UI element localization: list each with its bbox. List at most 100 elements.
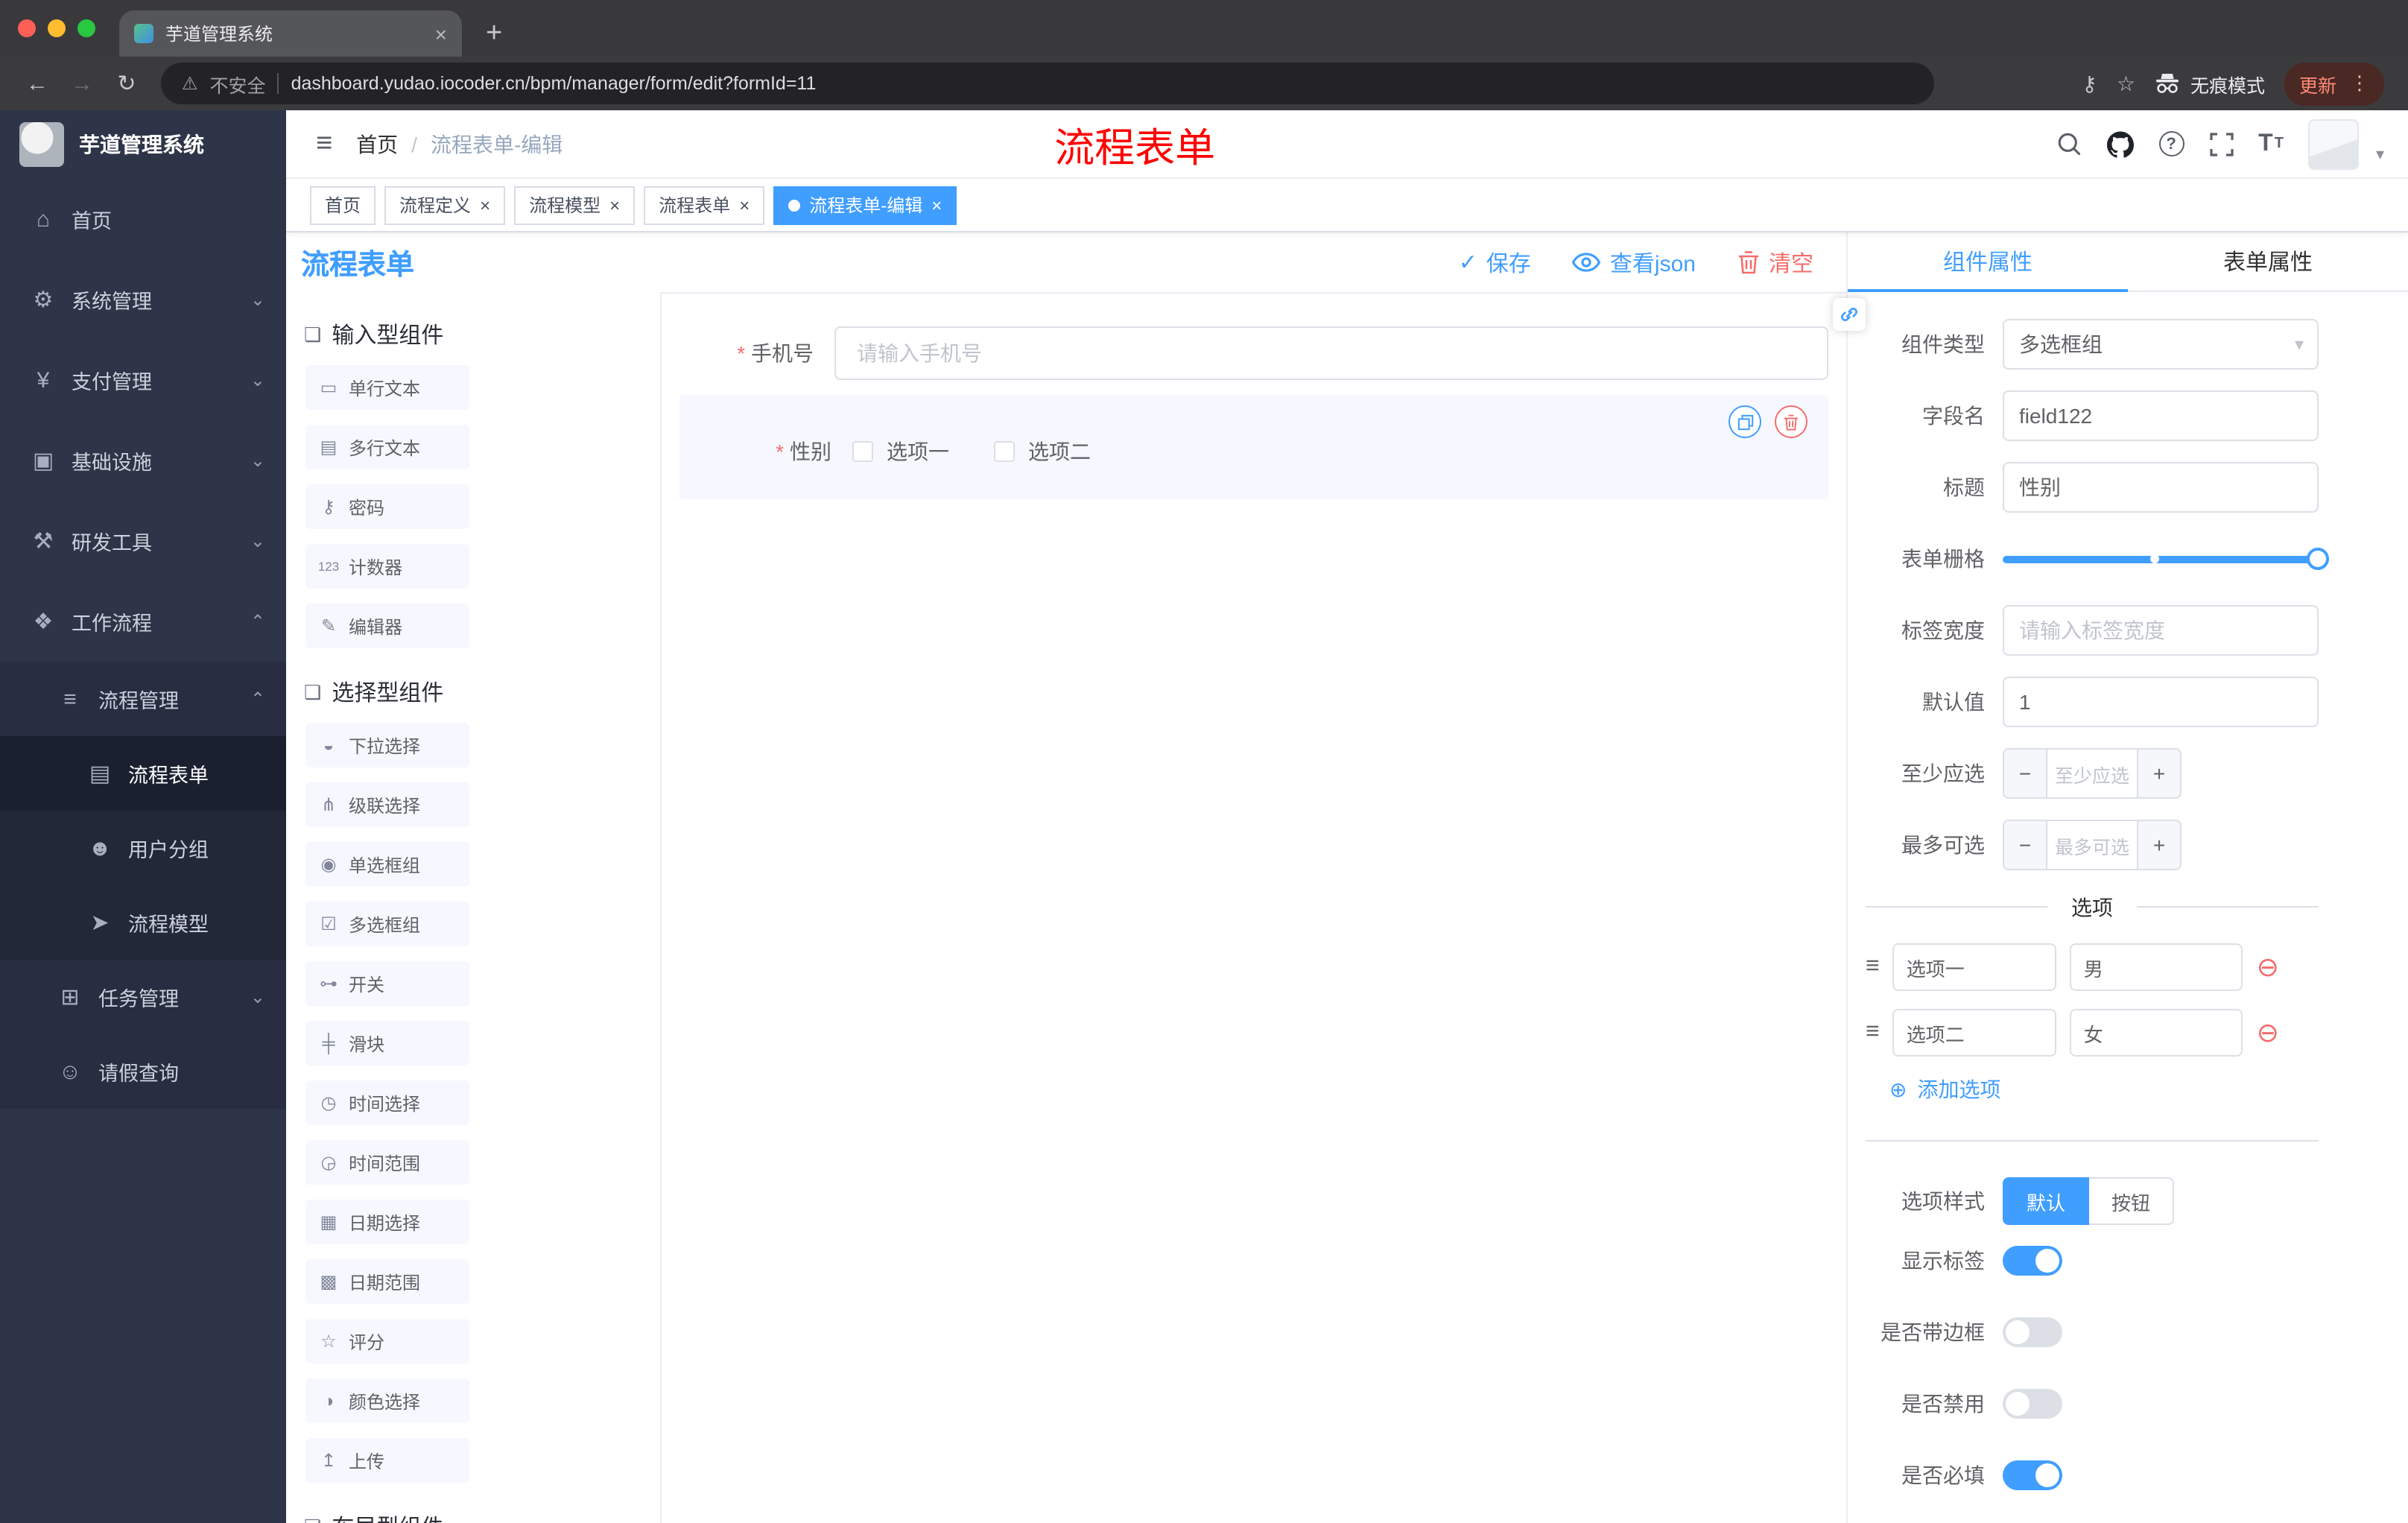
label-width-input[interactable] xyxy=(2003,605,2319,656)
slider-handle[interactable] xyxy=(2307,548,2329,570)
tab-form-props[interactable]: 表单属性 xyxy=(2128,232,2408,291)
field-name-input[interactable] xyxy=(2003,390,2319,441)
sidebar-item-user-groups[interactable]: ☻ 用户分组 xyxy=(0,811,286,885)
drag-handle-icon[interactable]: ≡ xyxy=(1866,954,1880,981)
slider-track[interactable] xyxy=(2003,548,2329,570)
phone-field-input[interactable] xyxy=(834,326,1828,380)
component-type-value[interactable] xyxy=(2003,319,2319,370)
palette-component-cascader[interactable]: ⋔ 级联选择 xyxy=(305,782,469,827)
sidebar-item-leave-query[interactable]: ☺ 请假查询 xyxy=(0,1034,286,1109)
palette-component-password[interactable]: ⚷ 密码 xyxy=(305,484,469,529)
sidebar-item-dev-tools[interactable]: ⚒ 研发工具 ⌄ xyxy=(0,501,286,581)
tag-process-form-edit[interactable]: 流程表单-编辑 × xyxy=(773,186,957,224)
bookmark-star-icon[interactable]: ☆ xyxy=(2117,71,2135,96)
palette-component-slider[interactable]: ╪ 滑块 xyxy=(305,1021,469,1066)
increase-button[interactable]: + xyxy=(2137,750,2180,797)
reload-icon[interactable]: ↻ xyxy=(107,70,146,97)
tag-close-icon[interactable]: × xyxy=(480,196,490,214)
tab-component-props[interactable]: 组件属性 xyxy=(1848,232,2128,292)
close-window-button[interactable] xyxy=(18,19,36,37)
tag-close-icon[interactable]: × xyxy=(931,196,942,214)
gender-option-2-checkbox[interactable]: 选项二 xyxy=(994,437,1091,466)
font-size-icon[interactable]: T T xyxy=(2258,130,2284,157)
sidebar-item-process-model[interactable]: ➤ 流程模型 xyxy=(0,885,286,960)
palette-component-multi-line-text[interactable]: ▤ 多行文本 xyxy=(305,425,469,469)
option-1-name-input[interactable] xyxy=(1892,943,2057,991)
canvas-field-phone[interactable]: 手机号 xyxy=(679,326,1828,380)
save-button[interactable]: ✓ 保存 xyxy=(1459,247,1531,278)
title-input[interactable] xyxy=(2003,462,2319,513)
remove-option-icon[interactable]: ⊖ xyxy=(2257,1019,2279,1046)
option-1-value-input[interactable] xyxy=(2070,943,2243,991)
browser-tab[interactable]: 芋道管理系统 × xyxy=(119,10,462,57)
user-avatar[interactable] xyxy=(2308,118,2360,169)
avatar-caret-icon[interactable]: ▾ xyxy=(2376,144,2384,169)
palette-component-counter[interactable]: 123 计数器 xyxy=(305,544,469,589)
sidebar-item-system-management[interactable]: ⚙ 系统管理 ⌄ xyxy=(0,259,286,340)
palette-component-date-range[interactable]: ▩ 日期范围 xyxy=(305,1259,469,1304)
increase-button[interactable]: + xyxy=(2137,821,2180,869)
fullscreen-icon[interactable] xyxy=(2209,132,2233,156)
view-json-button[interactable]: 查看json xyxy=(1572,247,1696,278)
decrease-button[interactable]: − xyxy=(2004,821,2047,869)
back-icon[interactable]: ← xyxy=(18,71,57,96)
browser-update-button[interactable]: 更新 ⋮ xyxy=(2284,62,2384,105)
copy-item-button[interactable] xyxy=(1729,405,1761,438)
palette-component-editor[interactable]: ✎ 编辑器 xyxy=(305,604,469,648)
palette-component-date-picker[interactable]: ▦ 日期选择 xyxy=(305,1200,469,1244)
tag-process-form[interactable]: 流程表单 × xyxy=(644,186,765,224)
tag-process-model[interactable]: 流程模型 × xyxy=(514,186,636,224)
browser-menu-icon[interactable]: ⋮ xyxy=(2350,72,2369,95)
max-select-placeholder[interactable]: 最多可选 xyxy=(2047,821,2137,869)
sidebar-item-home[interactable]: ⌂ 首页 xyxy=(0,179,286,259)
palette-component-rate[interactable]: ☆ 评分 xyxy=(305,1319,469,1364)
remove-option-icon[interactable]: ⊖ xyxy=(2257,954,2279,981)
palette-component-dropdown[interactable]: ◒ 下拉选择 xyxy=(305,723,469,767)
delete-item-button[interactable] xyxy=(1775,405,1807,438)
search-icon[interactable] xyxy=(2056,131,2081,156)
tag-close-icon[interactable]: × xyxy=(609,196,620,214)
palette-component-checkbox-group[interactable]: ☑ 多选框组 xyxy=(305,902,469,946)
palette-component-switch[interactable]: ⊶ 开关 xyxy=(305,961,469,1006)
palette-component-upload[interactable]: ↥ 上传 xyxy=(305,1438,469,1483)
hamburger-icon[interactable]: ≡ xyxy=(316,127,332,160)
sidebar-item-task-management[interactable]: ⊞ 任务管理 ⌄ xyxy=(0,960,286,1034)
add-option-button[interactable]: ⊕ 添加选项 xyxy=(1889,1074,2319,1104)
gender-option-1-checkbox[interactable]: 选项一 xyxy=(852,437,949,466)
default-value-input[interactable] xyxy=(2003,677,2319,727)
tag-process-definition[interactable]: 流程定义 × xyxy=(384,186,506,224)
tag-home[interactable]: 首页 xyxy=(310,186,376,224)
sidebar-item-payment-management[interactable]: ¥ 支付管理 ⌄ xyxy=(0,340,286,420)
form-canvas[interactable]: 手机号 xyxy=(662,292,1846,1523)
style-button-button[interactable]: 按钮 xyxy=(2089,1177,2175,1225)
password-key-icon[interactable]: ⚷ xyxy=(2082,71,2097,96)
style-default-button[interactable]: 默认 xyxy=(2003,1177,2090,1225)
panel-collapse-handle[interactable] xyxy=(1833,298,1866,331)
decrease-button[interactable]: − xyxy=(2004,750,2047,797)
palette-component-single-line-text[interactable]: ▭ 单行文本 xyxy=(305,365,469,410)
component-type-select[interactable]: ▾ xyxy=(2003,319,2319,370)
option-2-name-input[interactable] xyxy=(1892,1009,2057,1057)
option-2-value-input[interactable] xyxy=(2070,1009,2243,1057)
grid-slider[interactable] xyxy=(2003,533,2329,584)
palette-component-time-picker[interactable]: ◷ 时间选择 xyxy=(305,1080,469,1125)
url-bar[interactable]: ⚠ 不安全 dashboard.yudao.iocoder.cn/bpm/man… xyxy=(161,63,1934,104)
canvas-field-gender-selected[interactable]: 性别 选项一 选项二 xyxy=(679,395,1828,499)
sidebar-item-infrastructure[interactable]: ▣ 基础设施 ⌄ xyxy=(0,420,286,501)
breadcrumb-home[interactable]: 首页 xyxy=(356,129,398,159)
zoom-window-button[interactable] xyxy=(77,19,95,37)
min-select-placeholder[interactable]: 至少应选 xyxy=(2047,750,2137,797)
forward-icon[interactable]: → xyxy=(63,71,101,96)
sidebar-item-process-form[interactable]: ▤ 流程表单 xyxy=(0,736,286,811)
palette-component-radio-group[interactable]: ◉ 单选框组 xyxy=(305,842,469,887)
help-icon[interactable]: ? xyxy=(2158,131,2184,156)
disabled-toggle[interactable] xyxy=(2003,1389,2062,1419)
drag-handle-icon[interactable]: ≡ xyxy=(1866,1019,1880,1046)
github-icon[interactable] xyxy=(2106,130,2134,157)
required-toggle[interactable] xyxy=(2003,1460,2062,1490)
minimize-window-button[interactable] xyxy=(48,19,66,37)
palette-component-time-range[interactable]: ◶ 时间范围 xyxy=(305,1140,469,1185)
tag-close-icon[interactable]: × xyxy=(739,196,750,214)
border-toggle[interactable] xyxy=(2003,1317,2062,1347)
clear-button[interactable]: 清空 xyxy=(1737,247,1813,278)
